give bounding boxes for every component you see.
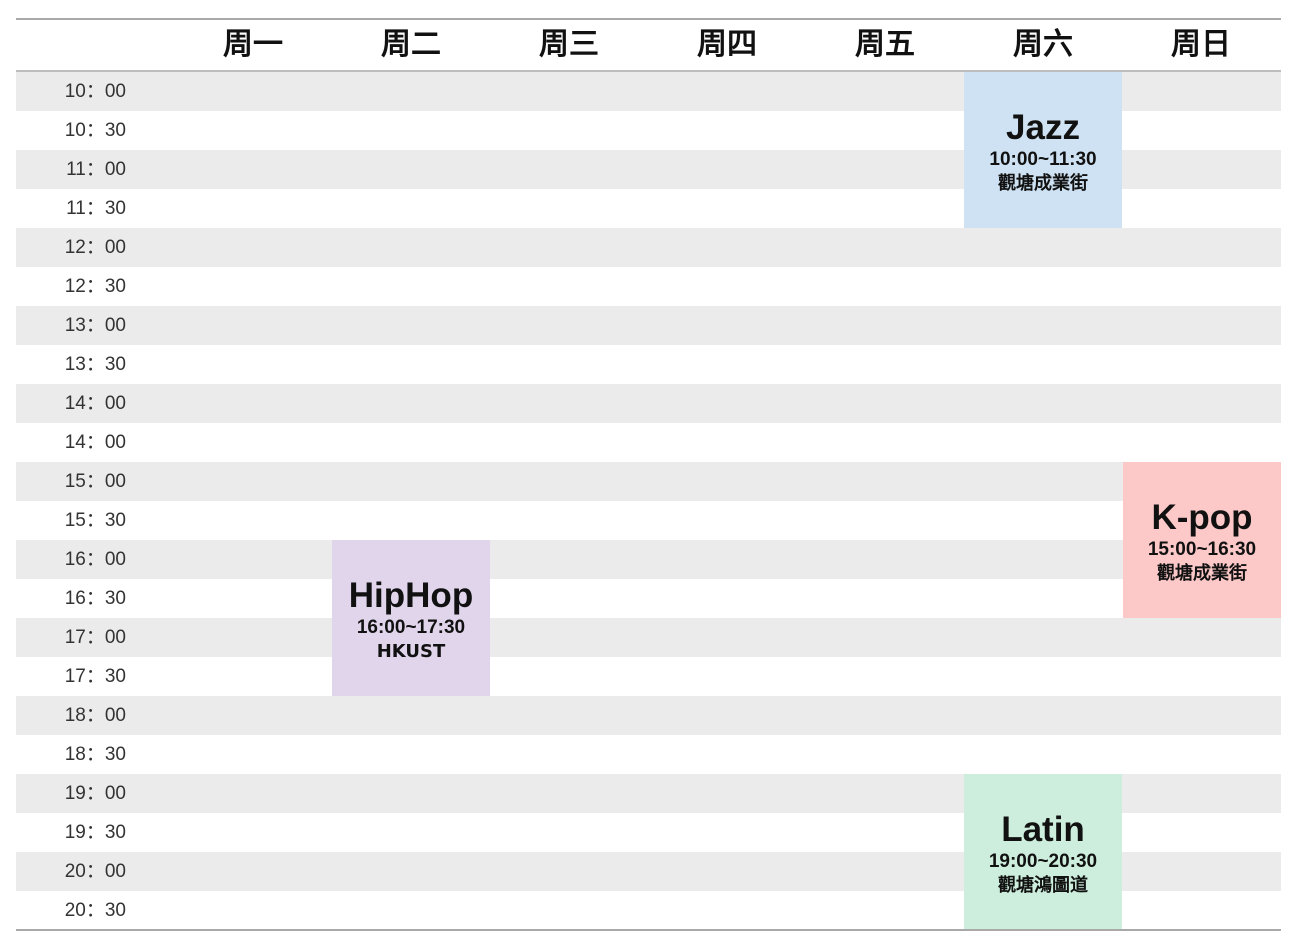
time-row: 14：00 xyxy=(16,384,1281,423)
time-row: 15：00 xyxy=(16,462,1281,501)
time-label: 11：00 xyxy=(66,159,126,180)
time-label: 19：00 xyxy=(64,783,126,804)
time-rows: 10：00 10：30 11：00 11：30 12：00 12：30 13：0… xyxy=(16,72,1281,930)
time-label: 13：00 xyxy=(64,315,126,336)
event-time: 10:00~11:30 xyxy=(989,149,1097,170)
day-header-thu: 周四 xyxy=(697,27,757,62)
event-time: 16:00~17:30 xyxy=(356,617,466,638)
event-title: K-pop xyxy=(1151,498,1253,537)
weekly-timetable: 周一 周二 周三 周四 周五 周六 周日 10：00 10：30 11：00 1… xyxy=(16,18,1281,932)
event-location: 觀塘鴻圖道 xyxy=(998,875,1088,896)
event-title: Latin xyxy=(1001,810,1085,849)
time-label: 12：30 xyxy=(64,276,126,297)
time-label: 13：30 xyxy=(64,354,126,375)
time-label: 17：00 xyxy=(64,627,126,648)
time-label: 18：00 xyxy=(64,705,126,726)
event-block-jazz[interactable]: Jazz 10:00~11:30 觀塘成業街 xyxy=(964,72,1122,228)
time-row: 15：30 xyxy=(16,501,1281,540)
day-header-mon: 周一 xyxy=(223,27,283,62)
time-row: 17：00 xyxy=(16,618,1281,657)
time-row: 14：00 xyxy=(16,423,1281,462)
time-label: 19：30 xyxy=(64,822,126,843)
time-label: 16：30 xyxy=(64,588,126,609)
time-row: 12：30 xyxy=(16,267,1281,306)
time-label: 10：00 xyxy=(64,81,126,102)
time-row: 18：00 xyxy=(16,696,1281,735)
time-label: 15：30 xyxy=(64,510,126,531)
time-label: 12：00 xyxy=(64,237,126,258)
bottom-rule xyxy=(16,929,1281,931)
time-row: 17：30 xyxy=(16,657,1281,696)
time-row: 13：00 xyxy=(16,306,1281,345)
event-location: 觀塘成業街 xyxy=(1157,563,1247,584)
time-label: 20：00 xyxy=(64,861,126,882)
time-row: 18：30 xyxy=(16,735,1281,774)
event-time: 19:00~20:30 xyxy=(988,851,1098,872)
event-title: HipHop xyxy=(348,576,474,615)
time-label: 14：00 xyxy=(64,432,126,453)
event-block-kpop[interactable]: K-pop 15:00~16:30 觀塘成業街 xyxy=(1123,462,1281,618)
time-label: 11：30 xyxy=(66,198,126,219)
event-location: HKUST xyxy=(376,641,446,662)
event-title: Jazz xyxy=(1006,108,1080,147)
time-label: 14：00 xyxy=(64,393,126,414)
time-row: 16：30 xyxy=(16,579,1281,618)
time-row: 12：00 xyxy=(16,228,1281,267)
day-header-row: 周一 周二 周三 周四 周五 周六 周日 xyxy=(16,20,1281,70)
time-label: 10：30 xyxy=(64,120,126,141)
time-label: 18：30 xyxy=(64,744,126,765)
time-label: 16：00 xyxy=(64,549,126,570)
time-row: 16：00 xyxy=(16,540,1281,579)
event-block-hiphop[interactable]: HipHop 16:00~17:30 HKUST xyxy=(332,540,490,696)
time-row: 13：30 xyxy=(16,345,1281,384)
day-header-sat: 周六 xyxy=(1013,27,1073,62)
day-header-wed: 周三 xyxy=(539,27,599,62)
day-header-fri: 周五 xyxy=(855,27,915,62)
event-location: 觀塘成業街 xyxy=(998,173,1088,194)
time-label: 15：00 xyxy=(64,471,126,492)
day-header-tue: 周二 xyxy=(381,27,441,62)
event-block-latin[interactable]: Latin 19:00~20:30 觀塘鴻圖道 xyxy=(964,774,1122,930)
time-label: 17：30 xyxy=(64,666,126,687)
time-label: 20：30 xyxy=(64,900,126,921)
event-time: 15:00~16:30 xyxy=(1147,539,1257,560)
day-header-sun: 周日 xyxy=(1171,27,1231,62)
